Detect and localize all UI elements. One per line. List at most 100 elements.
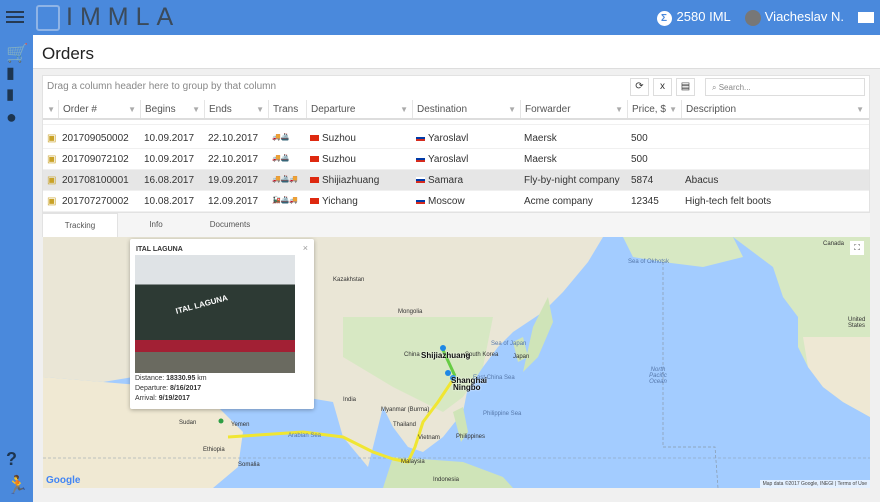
top-bar: IMMLA Σ 2580 IML Viacheslav N.: [0, 0, 880, 35]
table-row[interactable]: ▣ 201707270002 10.08.2017 12.09.2017 🚂🚢🚚 Yich…: [43, 191, 869, 212]
russia-flag-icon: [416, 177, 425, 184]
column-header[interactable]: Trans: [268, 100, 306, 118]
column-header[interactable]: Ends ▼: [204, 100, 268, 118]
table-row[interactable]: ▣ 201709072102 10.09.2017 22.10.2017 🚚🚢 Suzho…: [43, 149, 869, 170]
logo[interactable]: IMMLA: [36, 3, 180, 32]
close-icon[interactable]: ×: [303, 243, 308, 253]
column-header[interactable]: Forwarder ▼: [520, 100, 627, 118]
chart-icon[interactable]: ▮: [6, 85, 14, 103]
cell-forwarder: Maersk: [524, 154, 557, 165]
map-label: Kazakhstan: [333, 277, 365, 283]
cube-icon: [36, 4, 60, 31]
cell-destination: Moscow: [412, 191, 520, 211]
tab-info[interactable]: Info: [118, 213, 194, 237]
sidebar: 🛒 ▮ ▮ ● ? 🏃: [0, 35, 33, 502]
arrival-date: Arrival: 9/19/2017: [135, 395, 190, 402]
grid-header: ▼ Order # ▼ Begins ▼ Ends ▼ Trans Departure ▼ Dest…: [43, 100, 869, 120]
cell-description: [681, 149, 868, 169]
export-excel-button[interactable]: x: [653, 78, 672, 96]
column-header[interactable]: Departure ▼: [306, 100, 412, 118]
filter-row-icon[interactable]: ▼: [43, 100, 58, 118]
tab-documents[interactable]: Documents: [192, 213, 268, 237]
order-icon: ▣: [47, 175, 57, 186]
user-menu[interactable]: Viacheslav N.: [744, 9, 844, 26]
distance: Distance: 18330.95 km: [135, 375, 207, 382]
column-header[interactable]: Description ▼: [681, 100, 868, 118]
table-row[interactable]: [43, 119, 869, 125]
map-label: Vietnam: [418, 435, 440, 441]
column-header[interactable]: Destination ▼: [412, 100, 520, 118]
orders-grid: Drag a column header here to group by th…: [42, 75, 870, 213]
cell-price: 500: [631, 133, 648, 144]
order-icon: ▣: [47, 196, 57, 207]
cell-begins: 10.09.2017: [144, 154, 195, 165]
map-label: China: [404, 352, 420, 358]
mail-icon[interactable]: [858, 12, 874, 23]
tab-tracking[interactable]: Tracking: [42, 213, 118, 237]
map-label: Philippines: [456, 434, 486, 440]
column-chooser-button[interactable]: ▤: [676, 78, 695, 96]
cell-forwarder: Acme company: [524, 196, 593, 207]
cell-order: 201709050002: [62, 133, 129, 144]
map-label: Sea of Okhotsk: [628, 259, 670, 265]
russia-flag-icon: [416, 156, 425, 163]
page-title: Orders: [42, 44, 94, 63]
document-icon[interactable]: ▮: [6, 63, 15, 83]
cell-begins: 10.09.2017: [144, 133, 195, 144]
cell-forwarder: Maersk: [524, 133, 557, 144]
order-icon: ▣: [47, 133, 57, 144]
globe-icon[interactable]: ●: [6, 107, 17, 128]
map-label: Malaysia: [401, 459, 425, 465]
cell-order: 201707270002: [62, 196, 129, 207]
departure-date: Departure: 8/16/2017: [135, 385, 202, 392]
menu-icon[interactable]: [6, 8, 24, 26]
china-flag-icon: [310, 135, 319, 142]
column-header[interactable]: Begins ▼: [140, 100, 204, 118]
refresh-button[interactable]: ⟳: [630, 78, 649, 96]
google-logo: Google: [46, 475, 81, 486]
column-header[interactable]: Price, $ ▼: [627, 100, 681, 118]
cell-trans: 🚚🚢🚚: [272, 176, 299, 183]
map-label: South Korea: [465, 352, 499, 358]
city-label: Ningbo: [453, 383, 481, 392]
ship-marker[interactable]: [218, 418, 224, 424]
cell-begins: 10.08.2017: [144, 196, 195, 207]
tracking-map[interactable]: Shijiazhuang Shanghai Ningbo Mongolia Ch…: [43, 237, 870, 488]
balance[interactable]: Σ 2580 IML: [656, 9, 731, 26]
map-label: Mongolia: [398, 309, 423, 315]
help-icon[interactable]: ?: [6, 449, 17, 470]
china-flag-icon: [310, 198, 319, 205]
cell-ends: 22.10.2017: [208, 154, 259, 165]
column-header[interactable]: Order # ▼: [58, 100, 140, 118]
order-icon: ▣: [47, 154, 57, 165]
group-panel[interactable]: Drag a column header here to group by th…: [47, 81, 276, 92]
map-attribution: Map data ©2017 Google, INEGI | Terms of …: [759, 480, 870, 488]
cell-trans: 🚂🚢🚚: [272, 197, 299, 204]
table-row[interactable]: ▣ 201709050002 10.09.2017 22.10.2017 🚚🚢 Suzho…: [43, 128, 869, 149]
table-row[interactable]: ▣ 201708100001 16.08.2017 19.09.2017 🚚🚢🚚 Shij…: [43, 170, 869, 191]
cell-price: 500: [631, 154, 648, 165]
runner-icon[interactable]: 🏃: [6, 475, 28, 496]
map-label: Japan: [513, 354, 530, 360]
terms-link[interactable]: Terms of Use: [838, 481, 867, 487]
map-label: India: [343, 397, 357, 403]
cell-trans: 🚚🚢: [272, 155, 290, 162]
russia-flag-icon: [416, 198, 425, 205]
fullscreen-button[interactable]: ⛶: [850, 241, 864, 255]
cell-begins: 16.08.2017: [144, 175, 195, 186]
cell-destination: Yaroslavl: [412, 128, 520, 148]
map-label: Canada: [823, 241, 845, 247]
cell-order: 201708100001: [62, 175, 129, 186]
city-label: Shijiazhuang: [421, 351, 471, 360]
cell-departure: Yichang: [306, 191, 412, 211]
detail-tabs: Tracking Info Documents: [42, 213, 870, 237]
map-label: Somalia: [238, 462, 260, 468]
avatar: [744, 9, 761, 26]
search-input[interactable]: ⌕ Search...: [705, 78, 865, 96]
map-label: United States: [848, 317, 866, 329]
cell-trans: 🚚🚢: [272, 134, 290, 141]
cell-destination: Samara: [412, 170, 520, 190]
cell-departure: Suzhou: [306, 128, 412, 148]
cell-price: 5874: [631, 175, 654, 186]
cart-icon[interactable]: 🛒: [6, 43, 28, 64]
